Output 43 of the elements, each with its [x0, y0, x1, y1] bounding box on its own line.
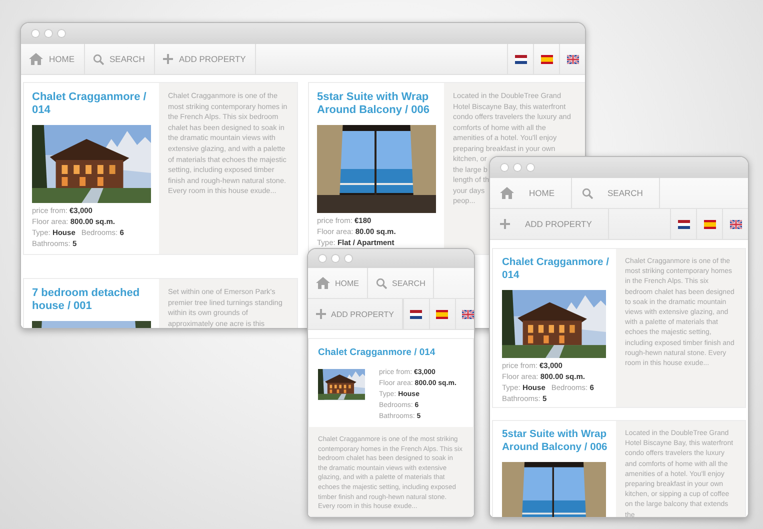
- home-icon: [29, 53, 43, 65]
- search-icon: [92, 54, 104, 64]
- nav-link[interactable]: SEARCH: [368, 268, 434, 298]
- photo-placeholder: [318, 369, 365, 400]
- flag-icon[interactable]: [566, 54, 578, 64]
- window-dot-icon: [513, 163, 522, 172]
- nav-link[interactable]: ADD PROPERTY: [308, 299, 403, 329]
- nav-link[interactable]: HOME: [490, 178, 572, 208]
- search-icon: [376, 278, 387, 288]
- listing-title[interactable]: Chalet Cragganmore / 014: [502, 257, 610, 282]
- nav-link[interactable]: ADD PROPERTY: [154, 44, 256, 74]
- nav-link[interactable]: HOME: [308, 268, 368, 298]
- flag-icon[interactable]: [436, 310, 448, 318]
- listing-title[interactable]: Chalet Cragganmore / 014: [32, 91, 151, 117]
- flag-icon[interactable]: [540, 54, 552, 64]
- listing-title[interactable]: 7 bedroom detached house / 001: [32, 287, 151, 313]
- window-dot-icon: [318, 254, 327, 263]
- window-dot-icon: [44, 29, 53, 38]
- plus-icon: [500, 219, 510, 229]
- flag-icon[interactable]: [678, 220, 690, 228]
- window-dot-icon: [57, 29, 66, 38]
- nav-link[interactable]: HOME: [21, 44, 84, 74]
- flag-icon[interactable]: [514, 54, 526, 64]
- home-icon: [500, 187, 514, 199]
- window-dot-icon: [331, 254, 340, 263]
- listing-title[interactable]: 5star Suite with Wrap Around Balcony / 006: [502, 429, 610, 454]
- window-dot-icon: [526, 163, 535, 172]
- flag-icon[interactable]: [704, 220, 716, 228]
- flag-icon[interactable]: [730, 220, 742, 228]
- window-dot-icon: [344, 254, 353, 263]
- plus-icon: [316, 309, 326, 319]
- search-icon: [582, 188, 592, 198]
- flag-icon[interactable]: [410, 310, 422, 318]
- nav-link[interactable]: SEARCH: [572, 178, 660, 208]
- listing-title[interactable]: Chalet Cragganmore / 014: [318, 347, 464, 359]
- nav-link[interactable]: ADD PROPERTY: [490, 209, 609, 239]
- listing-title[interactable]: 5star Suite with Wrap Around Balcony / 006: [317, 91, 436, 117]
- window-dot-icon: [31, 29, 40, 38]
- window-dot-icon: [500, 163, 509, 172]
- nav-link[interactable]: SEARCH: [84, 44, 155, 74]
- home-icon: [316, 277, 330, 289]
- plus-icon: [162, 54, 173, 64]
- flag-icon[interactable]: [462, 310, 474, 318]
